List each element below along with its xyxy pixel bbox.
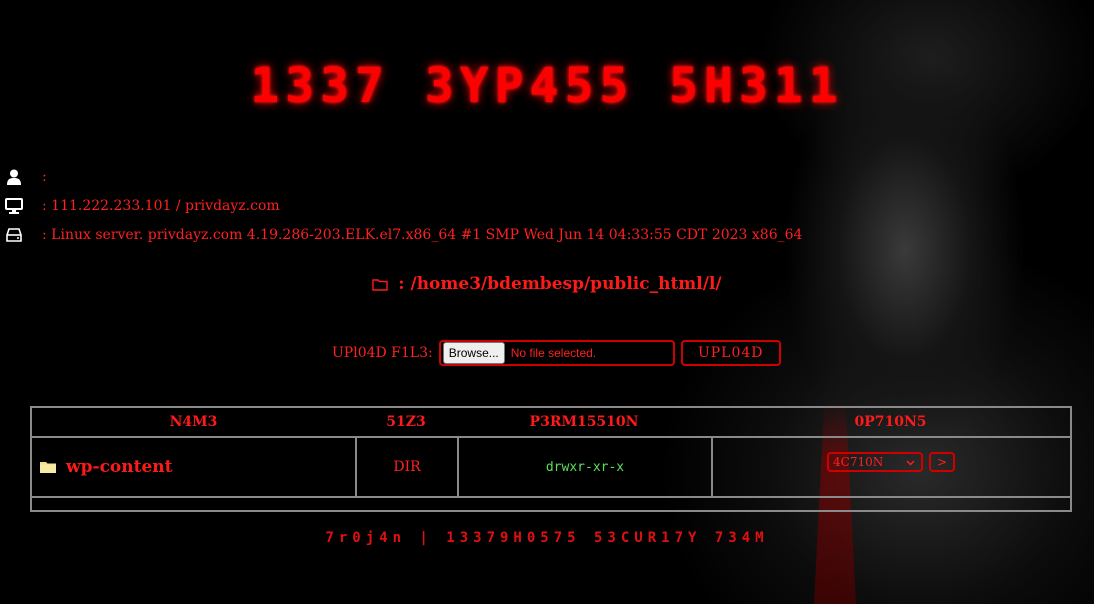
server-value: : 111.222.233.101 / privdayz.com <box>42 198 280 214</box>
action-select[interactable]: 4C710N <box>827 452 923 472</box>
upload-button[interactable]: UPL04D <box>680 340 781 366</box>
current-path: : /home3/bdembesp/public_html/l/ <box>0 274 1094 296</box>
upload-label: UPl04D F1L3: <box>332 345 433 361</box>
header-size: 51Z3 <box>386 414 426 430</box>
file-table: N4M3 51Z3 P3RM15510N 0P710N5 wp-content … <box>30 406 1072 512</box>
user-icon <box>4 169 24 185</box>
table-header: N4M3 51Z3 P3RM15510N 0P710N5 <box>32 408 1070 436</box>
options-cell: 4C710N > <box>711 436 1070 496</box>
hard-drive-icon <box>4 227 24 243</box>
no-file-text: No file selected. <box>510 346 597 360</box>
table-footer <box>32 496 1070 510</box>
header-name: N4M3 <box>169 414 218 430</box>
upload-form: UPl04D F1L3: Browse... No file selected.… <box>332 340 781 366</box>
info-user-row: : <box>4 166 47 188</box>
footer-credit: 7r0j4n | 13379H0575 53CUR17Y 734M <box>325 530 769 546</box>
file-input[interactable]: Browse... No file selected. <box>438 340 675 366</box>
folder-icon <box>40 458 56 477</box>
action-go-button[interactable]: > <box>929 452 955 472</box>
header-options: 0P710N5 <box>854 414 927 430</box>
desktop-icon <box>4 198 24 214</box>
name-cell: wp-content <box>32 436 355 496</box>
path-prefix: : <box>398 274 405 294</box>
action-select-value: 4C710N <box>833 455 884 469</box>
info-system-row: : Linux server. privdayz.com 4.19.286-20… <box>4 224 802 246</box>
size-value: DIR <box>393 459 421 475</box>
folder-outline-icon <box>372 276 389 296</box>
shell-title: 1337 3YP455 5H311 <box>250 58 844 114</box>
table-row: wp-content DIR drwxr-xr-x 4C710N > <box>32 436 1070 496</box>
browse-button[interactable]: Browse... <box>442 342 505 364</box>
path-link[interactable]: /home3/bdembesp/public_html/l/ <box>410 274 721 294</box>
info-server-row: : 111.222.233.101 / privdayz.com <box>4 195 280 217</box>
system-value: : Linux server. privdayz.com 4.19.286-20… <box>42 227 803 243</box>
header-permission: P3RM15510N <box>529 414 639 430</box>
chevron-down-icon <box>906 455 915 469</box>
dir-link[interactable]: wp-content <box>66 457 173 477</box>
user-value: : <box>42 169 47 185</box>
size-cell: DIR <box>355 436 457 496</box>
permission-cell: drwxr-xr-x <box>457 436 711 496</box>
permission-value[interactable]: drwxr-xr-x <box>546 460 624 475</box>
